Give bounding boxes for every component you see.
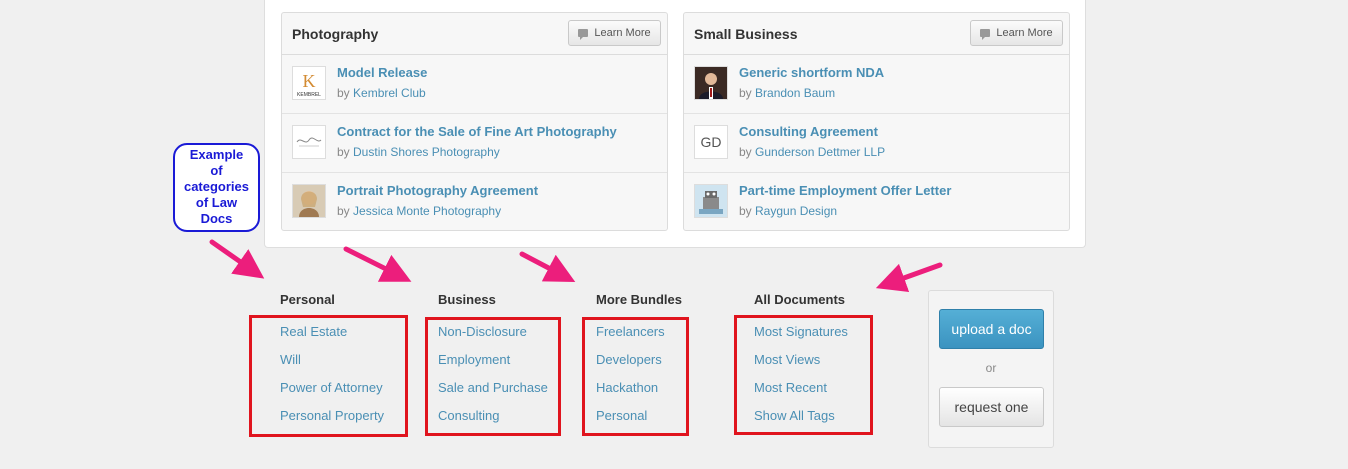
- arrow-business-icon: [343, 246, 412, 282]
- arrow-more-bundles-icon: [519, 251, 576, 282]
- annotation-arrows: [209, 239, 943, 293]
- arrow-all-documents-icon: [875, 262, 943, 293]
- arrow-personal-icon: [209, 239, 265, 279]
